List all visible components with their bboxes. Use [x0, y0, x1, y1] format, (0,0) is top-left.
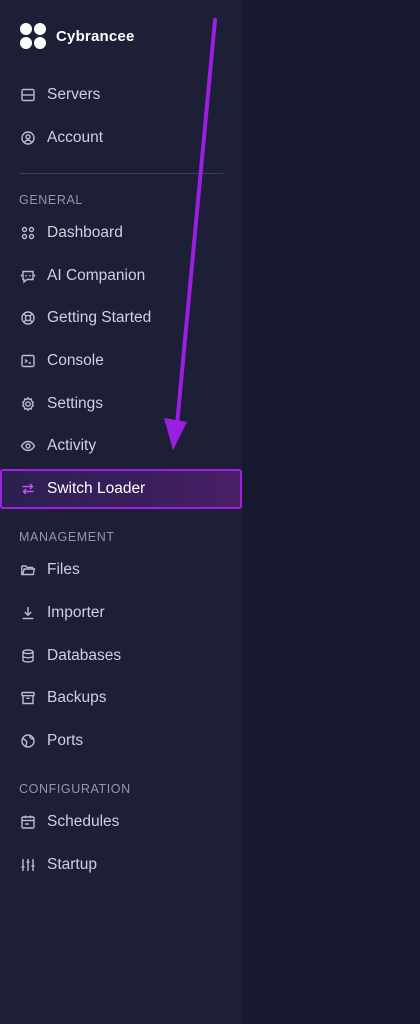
nav-label: Files [47, 561, 80, 578]
switch-arrows-icon [19, 480, 37, 498]
nav-label: Importer [47, 604, 105, 621]
nav-item-console[interactable]: Console [0, 343, 242, 379]
gear-icon [19, 395, 37, 413]
bot-icon [19, 267, 37, 285]
nav-item-ai-companion[interactable]: AI Companion [0, 258, 242, 294]
brand-logo-icon [19, 22, 47, 50]
folder-icon [19, 561, 37, 579]
brand[interactable]: Cybrancee [19, 22, 135, 50]
grid-icon [19, 224, 37, 242]
nav-item-dashboard[interactable]: Dashboard [0, 215, 242, 251]
eye-icon [19, 437, 37, 455]
brand-name: Cybrancee [56, 27, 135, 45]
nav-item-getting-started[interactable]: Getting Started [0, 300, 242, 336]
divider [19, 173, 223, 174]
nav-label: Databases [47, 647, 122, 664]
nav-label: Getting Started [47, 309, 152, 326]
nav-item-importer[interactable]: Importer [0, 595, 242, 631]
nav-label: Startup [47, 856, 97, 873]
nav-item-files[interactable]: Files [0, 552, 242, 588]
nav-label: Backups [47, 689, 107, 706]
nav-label: Schedules [47, 813, 120, 830]
nav-label: Settings [47, 395, 104, 412]
nav-label: AI Companion [47, 267, 146, 284]
nav-item-servers[interactable]: Servers [0, 77, 242, 113]
nav-item-schedules[interactable]: Schedules [0, 804, 242, 840]
sidebar: Cybrancee Servers Account GENERAL Dashbo… [0, 0, 242, 1024]
globe-icon [19, 732, 37, 750]
nav-item-startup[interactable]: Startup [0, 847, 242, 883]
nav-label: Account [47, 129, 104, 146]
nav-label: Activity [47, 437, 97, 454]
nav-item-account[interactable]: Account [0, 120, 242, 156]
nav-item-switch-loader[interactable]: Switch Loader [0, 469, 242, 509]
nav-label: Ports [47, 732, 84, 749]
terminal-icon [19, 352, 37, 370]
nav-label: Dashboard [47, 224, 123, 241]
section-label-general: GENERAL [19, 193, 83, 207]
nav-label: Servers [47, 86, 101, 103]
section-label-management: MANAGEMENT [19, 530, 115, 544]
nav-item-backups[interactable]: Backups [0, 680, 242, 716]
database-icon [19, 647, 37, 665]
main-content [242, 0, 420, 1024]
server-icon [19, 86, 37, 104]
sliders-icon [19, 856, 37, 874]
nav-label: Switch Loader [47, 480, 146, 497]
calendar-icon [19, 813, 37, 831]
nav-label: Console [47, 352, 104, 369]
archive-icon [19, 689, 37, 707]
nav-item-settings[interactable]: Settings [0, 386, 242, 422]
user-circle-icon [19, 129, 37, 147]
nav-item-databases[interactable]: Databases [0, 638, 242, 674]
section-label-configuration: CONFIGURATION [19, 782, 131, 796]
download-icon [19, 604, 37, 622]
nav-item-ports[interactable]: Ports [0, 723, 242, 759]
nav-item-activity[interactable]: Activity [0, 428, 242, 464]
lifebuoy-icon [19, 309, 37, 327]
